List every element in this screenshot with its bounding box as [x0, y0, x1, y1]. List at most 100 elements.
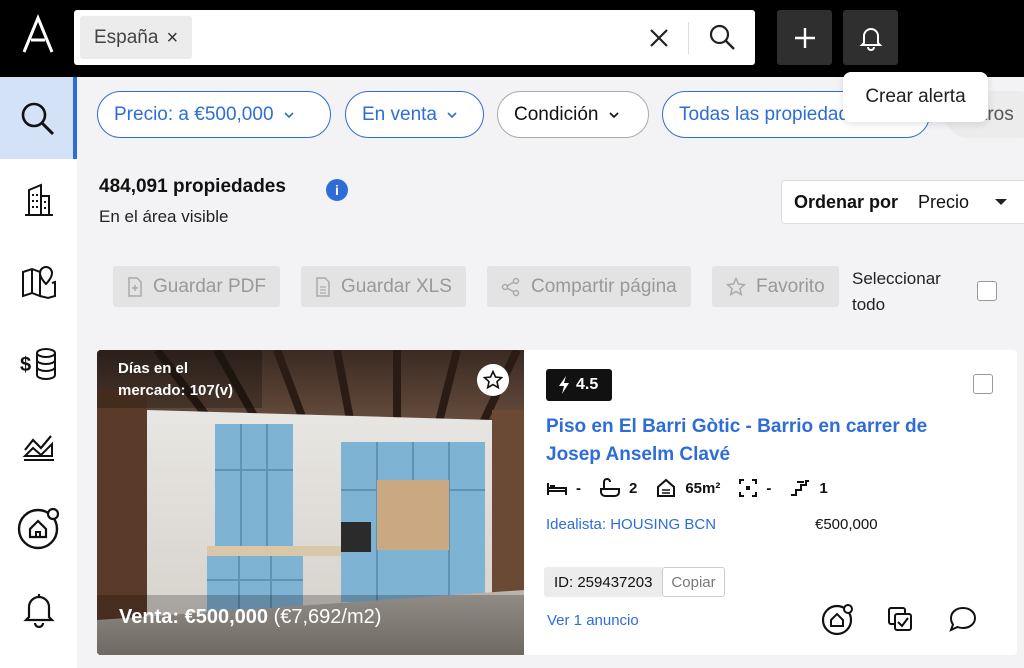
alerts-button[interactable] [843, 10, 898, 65]
spec-bathrooms: 2 [599, 478, 637, 498]
sidebar-item-analytics[interactable] [0, 405, 77, 487]
sidebar-item-map[interactable] [0, 241, 77, 323]
sale-price: Venta: €500,000 (€7,692/m2) [119, 606, 381, 629]
spec-plot-value: - [766, 479, 772, 497]
chevron-down-icon [447, 111, 457, 118]
copy-id-button[interactable]: Copiar [662, 567, 725, 597]
listing-card[interactable]: Días en el mercado: 107(v) Venta: €500,0… [97, 350, 1017, 655]
score-badge: 4.5 [546, 369, 613, 401]
add-to-my-properties-button[interactable] [821, 602, 855, 636]
bell-icon [859, 27, 882, 51]
favorite-star-button[interactable] [477, 364, 509, 396]
listing-specs: - 2 65m² - 1 [546, 478, 828, 498]
score-value: 4.5 [576, 376, 599, 393]
save-xls-button[interactable]: Guardar XLS [301, 266, 466, 307]
clear-search-icon[interactable] [645, 24, 673, 52]
filter-price-label: Precio: a €500,000 [114, 103, 274, 125]
spec-floor: 1 [789, 479, 828, 497]
sale-price-label: Venta: €500,000 [119, 606, 268, 628]
spec-floor-value: 1 [819, 479, 828, 497]
favorite-button[interactable]: Favorito [712, 266, 839, 307]
lightning-icon [559, 376, 569, 394]
share-page-button[interactable]: Compartir página [487, 266, 691, 307]
save-pdf-button[interactable]: Guardar PDF [113, 266, 280, 307]
spec-bathrooms-value: 2 [629, 479, 638, 497]
search-icon[interactable] [707, 22, 737, 52]
share-icon [501, 277, 520, 296]
filter-condition[interactable]: Condición [497, 91, 649, 138]
area-home-icon [657, 478, 676, 497]
listing-agency[interactable]: Idealista: HOUSING BCN [546, 516, 716, 533]
days-on-market-line2: mercado: 107(v) [118, 382, 234, 399]
filter-status-label: En venta [362, 103, 437, 125]
chip-remove-icon[interactable]: × [166, 28, 178, 48]
days-on-market: Días en el mercado: 107(v) [118, 358, 233, 402]
building-icon [24, 183, 53, 216]
copy-check-icon [888, 607, 912, 631]
spec-area-value: 65m² [685, 479, 721, 497]
chevron-down-icon [608, 111, 619, 118]
sort-label: Ordenar por [794, 191, 899, 212]
money-stack-icon: $ [20, 348, 56, 380]
save-pdf-label: Guardar PDF [153, 275, 266, 297]
results-count: 484,091 propiedades [99, 176, 286, 197]
sort-value: Precio [918, 191, 970, 212]
chevron-down-icon [283, 111, 294, 118]
results-subtitle: En el área visible [99, 207, 229, 226]
listing-id-box: ID: 259437203 Copiar [544, 567, 725, 597]
sidebar-item-buildings[interactable] [0, 159, 77, 241]
stairs-icon [791, 480, 810, 496]
plus-icon [794, 27, 815, 48]
listing-id: ID: 259437203 [544, 567, 663, 597]
sidebar-item-search[interactable] [0, 77, 77, 159]
chat-bubble-icon [949, 606, 977, 632]
pdf-file-icon [128, 276, 142, 297]
location-chip-label: España [94, 26, 159, 48]
listing-title[interactable]: Piso en El Barri Gòtic - Barrio en carre… [546, 413, 976, 469]
sidebar: $ [0, 77, 77, 668]
search-divider [688, 22, 689, 54]
bed-icon [547, 483, 567, 495]
select-all-label: Seleccionar todo [852, 269, 941, 314]
listing-price: €500,000 [815, 516, 878, 533]
sidebar-item-finance[interactable]: $ [0, 323, 77, 405]
view-ads-link[interactable]: Ver 1 anuncio [547, 612, 639, 629]
search-icon [21, 102, 54, 136]
create-alert-tooltip: Crear alerta [843, 72, 988, 122]
location-chip[interactable]: España × [80, 16, 193, 59]
home-circle-icon [821, 604, 853, 636]
app-logo-icon[interactable] [18, 14, 58, 54]
svg-text:$: $ [20, 354, 31, 376]
sort-dropdown[interactable]: Ordenar por Precio [781, 180, 1024, 224]
filter-condition-label: Condición [514, 103, 599, 125]
select-all-checkbox[interactable] [977, 281, 997, 301]
plot-area-icon [739, 479, 758, 497]
home-circle-icon [17, 507, 59, 550]
spec-area: 65m² [655, 478, 720, 498]
filter-status[interactable]: En venta [345, 91, 484, 138]
contact-button[interactable] [946, 602, 980, 636]
add-button[interactable] [777, 10, 832, 65]
filter-price[interactable]: Precio: a €500,000 [97, 91, 331, 138]
price-per-m2: (€7,692/m2) [273, 606, 382, 628]
spec-bedrooms-value: - [576, 479, 581, 497]
top-bar: España × [0, 0, 1024, 77]
caret-down-icon [995, 199, 1008, 205]
xls-file-icon [316, 276, 330, 297]
chart-icon [22, 435, 54, 461]
star-icon [483, 370, 503, 390]
spec-plot: - [738, 478, 771, 498]
star-icon [726, 276, 746, 296]
sidebar-item-alerts[interactable] [0, 569, 77, 651]
sidebar-item-my-properties[interactable] [0, 487, 77, 569]
bath-icon [600, 478, 620, 497]
spec-bedrooms: - [546, 480, 581, 497]
listing-select-checkbox[interactable] [973, 374, 993, 394]
search-bar[interactable]: España × [74, 10, 755, 65]
bell-icon [22, 594, 55, 628]
compare-button[interactable] [883, 602, 917, 636]
map-icon [21, 265, 56, 300]
filter-property-type-label: Todas las propiedades [679, 103, 870, 125]
share-page-label: Compartir página [531, 275, 677, 297]
info-icon[interactable]: i [326, 179, 348, 201]
